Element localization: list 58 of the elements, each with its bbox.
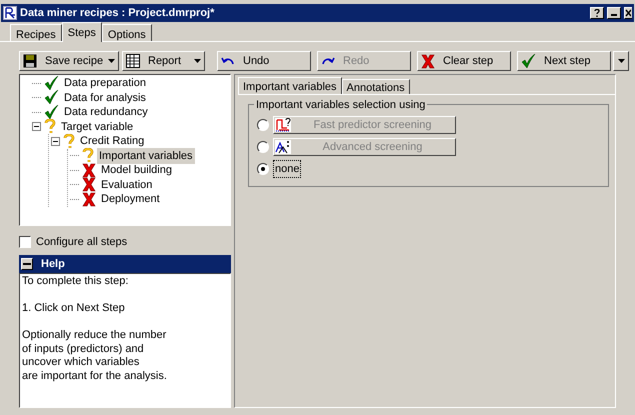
- cross-icon: [82, 177, 96, 192]
- checkmark-icon: [521, 54, 536, 68]
- toolbar-button[interactable]: Undo: [217, 51, 311, 71]
- collapse-icon[interactable]: [32, 122, 41, 132]
- help-text: To complete this step:: [22, 275, 130, 288]
- close-icon: [625, 9, 631, 17]
- tree-item[interactable]: Model building: [99, 162, 174, 178]
- tab[interactable]: Annotations: [342, 79, 410, 94]
- close-button[interactable]: [624, 7, 632, 19]
- tree-item[interactable]: Target variable: [59, 118, 136, 135]
- toolbar-button[interactable]: Clear step: [417, 51, 511, 71]
- tab[interactable]: Options: [102, 24, 152, 41]
- redo-arrow-icon: [321, 56, 335, 66]
- checkmark-icon: [44, 76, 59, 91]
- tree-item[interactable]: Data redundancy: [62, 104, 150, 120]
- help-text: 1. Click on Next Step: [22, 302, 126, 316]
- group-title: Important variables selection using: [254, 97, 428, 114]
- minimize-icon: [611, 14, 617, 16]
- cross-icon: [82, 192, 96, 207]
- tree-item[interactable]: Data for analysis: [62, 90, 148, 106]
- undo-arrow-icon: [221, 56, 235, 66]
- tree-item[interactable]: Important variables: [97, 148, 195, 164]
- flowchart-icon: [275, 118, 291, 132]
- tab[interactable]: Recipes: [10, 24, 62, 41]
- question-mark-icon: [594, 9, 600, 17]
- dropdown-button[interactable]: [613, 51, 629, 71]
- radio-label: none: [273, 160, 302, 178]
- tree-item[interactable]: Credit Rating: [78, 133, 146, 150]
- app-logo-icon: [3, 6, 17, 20]
- tree-item[interactable]: Data preparation: [62, 75, 148, 92]
- checkbox[interactable]: [19, 236, 31, 248]
- cross-icon: [82, 162, 96, 178]
- table-icon: [126, 54, 140, 68]
- dropdown-caret-icon[interactable]: [108, 59, 115, 63]
- checkmark-icon: [44, 90, 59, 106]
- question-mark-icon: [44, 119, 56, 134]
- tree-item[interactable]: Deployment: [99, 191, 162, 208]
- dropdown-caret-icon[interactable]: [194, 59, 201, 63]
- tree-chart-icon: [275, 140, 291, 154]
- radio-button[interactable]: [257, 163, 269, 175]
- toolbar-button[interactable]: Save recipe: [19, 51, 119, 71]
- checkbox-label: Configure all steps: [36, 234, 128, 250]
- cross-icon: [421, 54, 435, 68]
- question-mark-icon: [63, 134, 75, 149]
- question-mark-icon: [82, 148, 94, 164]
- checkmark-icon: [44, 104, 59, 120]
- tab[interactable]: Important variables: [238, 77, 342, 94]
- tab[interactable]: Steps: [62, 22, 102, 42]
- toolbar-button[interactable]: Report: [122, 51, 205, 71]
- minimize-button[interactable]: [607, 7, 621, 19]
- help-title: Help: [41, 256, 65, 272]
- dropdown-caret-icon[interactable]: [618, 59, 624, 63]
- tree-item[interactable]: Evaluation: [99, 176, 154, 193]
- help-button[interactable]: [590, 7, 604, 19]
- help-text: Optionally reduce the number of inputs (predictors) and uncover which variables are important for the analysis.: [22, 329, 168, 383]
- toolbar-button[interactable]: Next step: [517, 51, 611, 71]
- collapse-icon[interactable]: [51, 136, 60, 146]
- window-title: Data miner recipes : Project.dmrproj*: [20, 6, 216, 21]
